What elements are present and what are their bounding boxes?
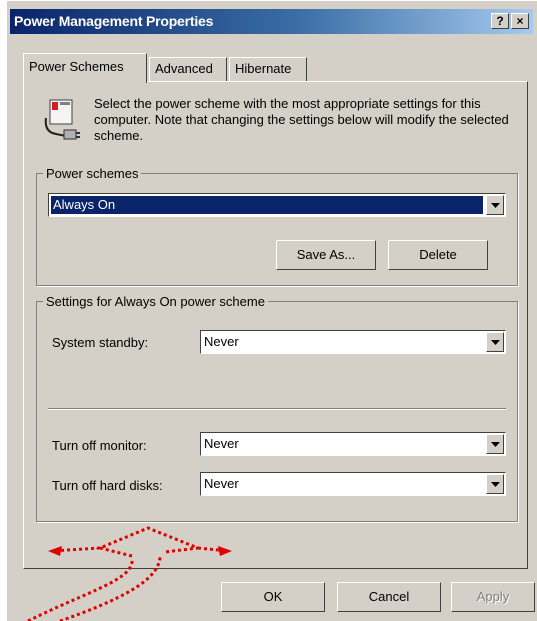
tab-advanced[interactable]: Advanced <box>149 57 227 81</box>
power-management-window: Power Management Properties ? × Power Sc… <box>6 0 537 621</box>
apply-button[interactable]: Apply <box>451 582 535 612</box>
save-as-button[interactable]: Save As... <box>276 240 376 270</box>
scheme-settings-legend: Settings for Always On power scheme <box>46 294 265 309</box>
power-scheme-value: Always On <box>51 196 483 214</box>
delete-button[interactable]: Delete <box>388 240 488 270</box>
power-scheme-select[interactable]: Always On <box>48 193 506 217</box>
power-plug-icon <box>44 99 80 140</box>
tab-power-schemes[interactable]: Power Schemes <box>23 53 147 83</box>
system-standby-select[interactable]: Never <box>200 330 506 354</box>
tab-hibernate[interactable]: Hibernate <box>229 57 307 81</box>
power-schemes-panel: Select the power scheme with the most ap… <box>23 81 528 569</box>
title-bar[interactable]: Power Management Properties ? × <box>10 9 533 34</box>
cancel-button[interactable]: Cancel <box>337 582 441 612</box>
turn-off-hard-disks-select[interactable]: Never <box>200 472 506 496</box>
system-standby-value: Never <box>204 334 239 349</box>
window-title: Power Management Properties <box>14 13 214 29</box>
system-standby-label: System standby: <box>52 335 149 350</box>
turn-off-hard-disks-label: Turn off hard disks: <box>52 478 163 493</box>
chevron-down-icon[interactable] <box>486 195 504 215</box>
settings-divider <box>48 408 506 410</box>
turn-off-monitor-select[interactable]: Never <box>200 432 506 456</box>
chevron-down-icon[interactable] <box>486 474 504 494</box>
help-button[interactable]: ? <box>491 13 509 29</box>
turn-off-monitor-label: Turn off monitor: <box>52 438 147 453</box>
intro-description: Select the power scheme with the most ap… <box>94 96 509 143</box>
chevron-down-icon[interactable] <box>486 434 504 454</box>
chevron-down-icon[interactable] <box>486 332 504 352</box>
power-schemes-legend: Power schemes <box>46 166 139 181</box>
ok-button[interactable]: OK <box>221 582 325 612</box>
close-button[interactable]: × <box>511 13 529 29</box>
turn-off-hard-disks-value: Never <box>204 476 239 491</box>
turn-off-monitor-value: Never <box>204 436 239 451</box>
